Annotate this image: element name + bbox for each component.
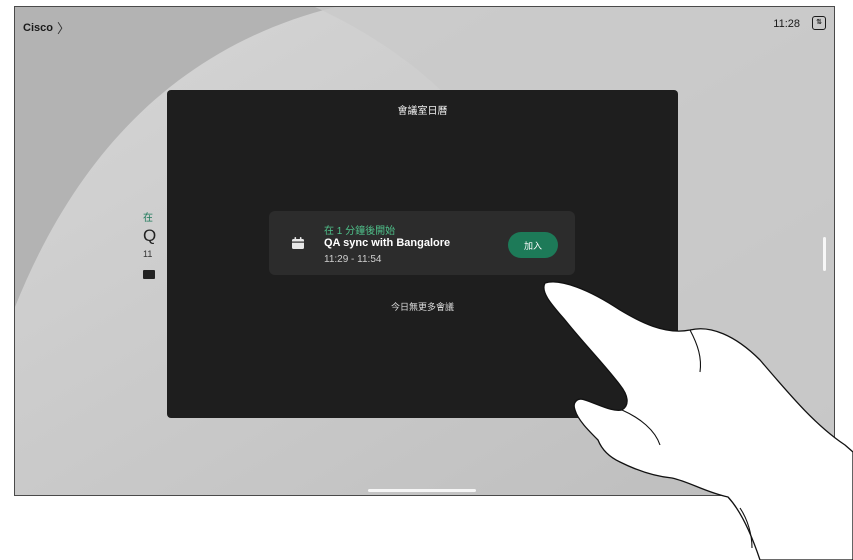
meeting-time: 11:29 - 11:54 — [324, 254, 382, 265]
clock: 11:28 — [773, 18, 800, 30]
brand-breadcrumb[interactable]: Cisco 〉 — [23, 18, 70, 37]
background-meeting-title: Q — [143, 226, 157, 245]
meeting-title: QA sync with Bangalore — [324, 237, 451, 249]
join-button[interactable]: 加入 — [508, 232, 558, 258]
background-calendar-icon — [143, 270, 155, 279]
panel-toggle-icon[interactable]: ⇅ — [812, 16, 826, 30]
background-meeting-time: 11 — [143, 249, 153, 259]
meeting-card[interactable]: 在 1 分鐘後開始 QA sync with Bangalore 11:29 -… — [269, 211, 575, 275]
home-bar[interactable] — [368, 489, 476, 492]
room-calendar-dialog: 會議室日曆 在 1 分鐘後開始 QA sync with Bangalore 1… — [167, 90, 678, 418]
meeting-status: 在 1 分鐘後開始 — [324, 226, 396, 237]
calendar-icon — [292, 237, 304, 249]
background-meeting-peek: 在 Q 11 — [143, 209, 156, 279]
no-more-meetings-label: 今日無更多會議 — [390, 302, 454, 312]
dialog-title: 會議室日曆 — [397, 106, 448, 117]
background-meeting-status: 在 — [143, 213, 153, 224]
chevron-right-icon: 〉 — [56, 21, 70, 36]
scroll-handle[interactable] — [823, 237, 826, 271]
brand-label: Cisco — [23, 21, 53, 34]
device-screen: Cisco 〉 11:28 ⇅ 在 Q 11 會議室日曆 在 1 分鐘後開始 Q… — [14, 6, 835, 496]
